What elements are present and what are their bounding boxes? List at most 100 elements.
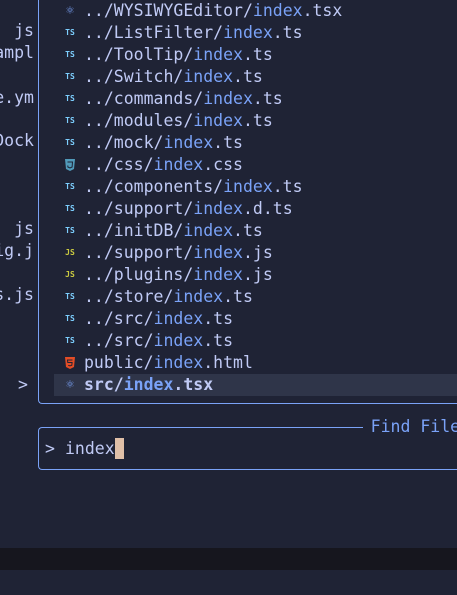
search-input-value: index [65,439,115,458]
path-match: index [193,111,243,130]
result-path: ../support/index.d.ts [84,198,293,220]
ts-file-icon: TS [65,50,75,59]
editor-fragment: ampl [0,43,34,62]
ts-file-icon: TS [65,28,75,37]
path-match: index [163,133,214,152]
path-suffix: .css [203,155,243,174]
path-suffix: .ts [252,89,283,108]
result-row[interactable]: TS ../Switch/index.ts [40,66,457,88]
result-row[interactable]: TS ../support/index.d.ts [40,198,457,220]
path-prefix: ../css/ [84,155,154,174]
path-match: index [252,1,303,20]
editor-fragment: js [14,21,34,40]
result-row[interactable]: TS ../src/index.ts [40,308,457,330]
result-row[interactable]: TS ../src/index.ts [40,330,457,352]
ts-file-icon: TS [65,116,75,125]
result-row[interactable]: TS ../ToolTip/index.ts [40,44,457,66]
result-row[interactable]: JS ../support/index.js [40,242,457,264]
path-prefix: public/ [84,353,154,372]
result-path: ../WYSIWYGEditor/index.tsx [84,0,342,22]
path-prefix: ../src/ [84,331,154,350]
path-prefix: ../WYSIWYGEditor/ [84,1,253,20]
result-row[interactable]: ../css/index.css [40,154,457,176]
ts-file-icon: TS [65,72,75,81]
path-match: index [153,331,204,350]
path-match: index [183,221,234,240]
result-row[interactable]: TS ../components/index.ts [40,176,457,198]
path-suffix: .tsx [173,375,214,394]
result-row[interactable]: TS ../mock/index.ts [40,132,457,154]
path-prefix: ../src/ [84,309,154,328]
result-path: ../css/index.css [84,154,243,176]
background-editor-pane: js ampl e.ym Dock js ig.j s.js [0,0,38,330]
result-row[interactable]: JS ../plugins/index.js [40,264,457,286]
result-path: ../src/index.ts [84,308,233,330]
result-row[interactable]: TS ../commands/index.ts [40,88,457,110]
ts-file-icon: TS [65,138,75,147]
path-prefix: ../ToolTip/ [84,45,194,64]
path-match: index [153,309,204,328]
result-row[interactable]: TS ../ListFilter/index.ts [40,22,457,44]
path-suffix: .ts [233,221,263,240]
result-path: ../Switch/index.ts [84,66,263,88]
path-suffix: .ts [233,67,263,86]
path-match: index [193,265,243,284]
result-path: ../modules/index.ts [84,110,273,132]
ts-file-icon: TS [65,336,75,345]
path-prefix: ../support/ [84,199,194,218]
path-match: index [123,375,174,394]
path-match: index [203,89,253,108]
path-match: index [223,23,273,42]
path-prefix: ../support/ [84,243,194,262]
path-suffix: .ts [213,133,243,152]
result-row[interactable]: TS ../store/index.ts [40,286,457,308]
path-match: index [193,243,243,262]
result-row[interactable]: ⚛ ../WYSIWYGEditor/index.tsx [40,0,457,22]
path-prefix: ../plugins/ [84,265,194,284]
css-file-icon [62,154,78,176]
path-prefix: ../mock/ [84,133,164,152]
path-prefix: ../ListFilter/ [84,23,224,42]
editor-fragment: js [14,219,34,238]
path-suffix: .js [242,243,273,262]
prompt-title: Find Files [362,415,457,439]
result-row[interactable]: public/index.html [40,352,457,374]
prompt-prefix: > [45,439,55,458]
path-suffix: .ts [203,331,234,350]
path-suffix: .ts [203,309,234,328]
html-file-icon [62,352,78,374]
path-match: index [223,177,273,196]
result-row[interactable]: TS ../modules/index.ts [40,110,457,132]
editor-fragment: s.js [0,285,34,304]
ts-file-icon: TS [65,226,75,235]
find-files-prompt: Find Files > index [38,415,457,470]
result-path: ../ListFilter/index.ts [84,22,303,44]
result-row-selected[interactable]: > ⚛ src/index.tsx [18,374,457,396]
path-suffix: .ts [272,177,303,196]
selection-caret: > [18,375,28,394]
result-row[interactable]: TS ../initDB/index.ts [40,220,457,242]
result-path: ../support/index.js [84,242,273,264]
result-path: src/index.tsx [84,374,213,396]
ts-file-icon: TS [65,94,75,103]
result-path: public/index.html [84,352,253,374]
path-suffix: .ts [242,111,273,130]
path-match: index [193,199,243,218]
path-suffix: .js [242,265,273,284]
js-file-icon: JS [65,270,75,279]
path-suffix: .d.ts [242,199,293,218]
path-prefix: src/ [84,375,124,394]
path-match: index [153,155,204,174]
path-prefix: ../initDB/ [84,221,184,240]
search-input[interactable]: index [65,438,124,460]
react-icon: ⚛ [66,377,74,392]
path-match: index [193,45,243,64]
result-path: ../mock/index.ts [84,132,243,154]
path-suffix: .ts [223,287,253,306]
path-suffix: .tsx [302,1,343,20]
path-prefix: ../modules/ [84,111,194,130]
path-match: index [153,353,204,372]
react-icon: ⚛ [66,3,74,18]
path-match: index [183,67,234,86]
path-prefix: ../commands/ [84,89,204,108]
